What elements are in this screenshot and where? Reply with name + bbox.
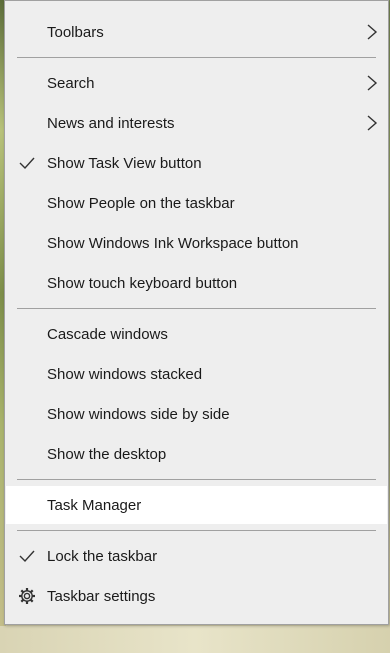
- menu-item-label: Search: [47, 74, 95, 92]
- menu-separator: [17, 530, 376, 531]
- checkmark-icon: [19, 550, 35, 563]
- menu-item-label: Lock the taskbar: [47, 547, 158, 565]
- menu-item-label: Show the desktop: [47, 445, 167, 463]
- menu-item-task-manager[interactable]: Task Manager: [6, 486, 387, 524]
- checkmark-icon: [19, 157, 35, 170]
- menu-item-search[interactable]: Search: [6, 64, 387, 102]
- menu-item-news-and-interests[interactable]: News and interests: [6, 104, 387, 142]
- taskbar-context-menu: Toolbars Search News and interests Show …: [4, 0, 389, 625]
- menu-item-show-windows-ink-workspace[interactable]: Show Windows Ink Workspace button: [6, 224, 387, 262]
- menu-item-label: Task Manager: [47, 496, 142, 514]
- chevron-right-icon: [367, 115, 378, 131]
- menu-item-label: Taskbar settings: [47, 587, 156, 605]
- menu-item-show-windows-stacked[interactable]: Show windows stacked: [6, 355, 387, 393]
- menu-item-show-the-desktop[interactable]: Show the desktop: [6, 435, 387, 473]
- menu-item-show-task-view-button[interactable]: Show Task View button: [6, 144, 387, 182]
- menu-item-label: Cascade windows: [47, 325, 168, 343]
- menu-item-cascade-windows[interactable]: Cascade windows: [6, 315, 387, 353]
- menu-item-toolbars[interactable]: Toolbars: [6, 13, 387, 51]
- menu-item-show-people[interactable]: Show People on the taskbar: [6, 184, 387, 222]
- menu-item-lock-the-taskbar[interactable]: Lock the taskbar: [6, 537, 387, 575]
- menu-item-label: Show touch keyboard button: [47, 274, 238, 292]
- desktop-wallpaper-bottom: [0, 626, 390, 653]
- menu-item-taskbar-settings[interactable]: Taskbar settings: [6, 577, 387, 615]
- chevron-right-icon: [367, 75, 378, 91]
- menu-item-label: Show Windows Ink Workspace button: [47, 234, 299, 252]
- menu-item-label: Show windows side by side: [47, 405, 230, 423]
- menu-item-label: Show Task View button: [47, 154, 202, 172]
- menu-item-label: Show People on the taskbar: [47, 194, 235, 212]
- chevron-right-icon: [367, 24, 378, 40]
- menu-item-label: Toolbars: [47, 23, 104, 41]
- menu-separator: [17, 308, 376, 309]
- menu-item-show-touch-keyboard[interactable]: Show touch keyboard button: [6, 264, 387, 302]
- menu-item-label: News and interests: [47, 114, 175, 132]
- menu-item-show-windows-side-by-side[interactable]: Show windows side by side: [6, 395, 387, 433]
- gear-icon: [19, 588, 35, 604]
- menu-separator: [17, 479, 376, 480]
- menu-separator: [17, 57, 376, 58]
- menu-item-label: Show windows stacked: [47, 365, 203, 383]
